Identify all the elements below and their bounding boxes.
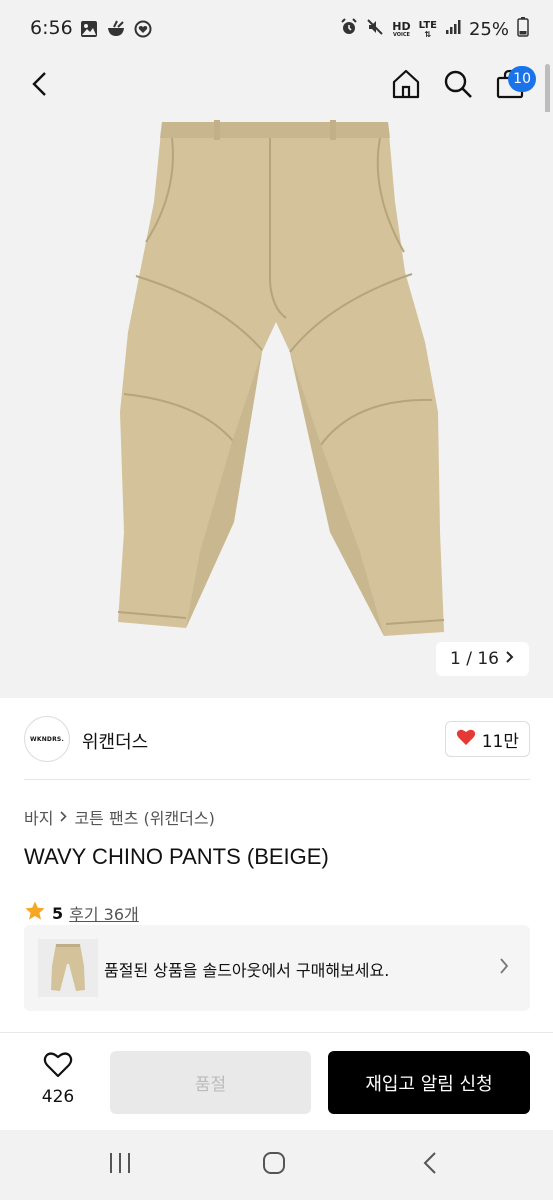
heart-circle-icon (134, 20, 152, 42)
lte-icon: LTE ⇅ (418, 20, 437, 39)
search-icon (443, 69, 473, 103)
scrollbar[interactable] (545, 64, 550, 116)
status-time: 6:56 (30, 17, 73, 39)
system-home-button[interactable] (254, 1148, 294, 1182)
cart-button[interactable]: 10 (490, 66, 536, 106)
home-circle-icon (262, 1151, 286, 1179)
brand-logo-text: WKNDRS. (30, 735, 64, 743)
cart-count-badge: 10 (508, 66, 536, 92)
star-icon (24, 900, 46, 926)
signal-icon (445, 19, 461, 40)
like-count: 11만 (481, 731, 519, 752)
image-counter-text: 1 / 16 (450, 649, 499, 669)
recent-apps-button[interactable] (100, 1148, 140, 1182)
status-bar: 6:56 HD VOICE LTE ⇅ 25% (0, 0, 553, 60)
search-button[interactable] (438, 66, 478, 106)
chevron-right-icon (59, 808, 68, 827)
brand-logo[interactable]: WKNDRS. (24, 716, 70, 762)
back-icon (422, 1151, 438, 1179)
soldout-product-thumbnail (38, 939, 98, 997)
status-left-icons (80, 20, 152, 42)
breadcrumb-item-subcategory[interactable]: 코튼 팬츠 (위캔더스) (74, 805, 214, 829)
product-image (117, 120, 445, 636)
system-nav-bar (0, 1130, 553, 1200)
back-button[interactable] (20, 66, 60, 106)
chevron-left-icon (29, 70, 51, 102)
heart-filled-icon (456, 728, 476, 751)
brand-name[interactable]: 위캔더스 (82, 728, 148, 754)
breadcrumb: 바지 코튼 팬츠 (위캔더스) (24, 805, 215, 829)
home-icon (390, 68, 422, 104)
heart-outline-icon (43, 1051, 73, 1083)
restock-alert-button[interactable]: 재입고 알림 신청 (328, 1051, 530, 1114)
wishlist-count: 426 (41, 1087, 75, 1107)
product-image-gallery[interactable]: 1 / 16 (0, 112, 553, 698)
rating-row: 5 후기 36개 (24, 900, 139, 926)
soldout-button: 품절 (110, 1051, 311, 1114)
soldout-promo-text: 품절된 상품을 솔드아웃에서 구매해보세요. (104, 961, 390, 980)
home-button[interactable] (386, 66, 426, 106)
like-button[interactable]: 11만 (444, 721, 530, 757)
image-counter-button[interactable]: 1 / 16 (436, 642, 529, 676)
gallery-icon (80, 20, 98, 42)
mute-icon (366, 18, 384, 41)
battery-text: 25% (468, 19, 509, 40)
soldout-promo-banner[interactable]: 품절된 상품을 솔드아웃에서 구매해보세요. (24, 925, 530, 1011)
bowl-icon (106, 20, 126, 42)
system-back-button[interactable] (410, 1148, 450, 1182)
divider (24, 779, 530, 780)
hd-voice-icon: HD VOICE (392, 20, 411, 38)
status-right-group: HD VOICE LTE ⇅ 25% (340, 17, 529, 42)
rating-score: 5 (52, 903, 64, 923)
bottom-action-bar: 426 품절 재입고 알림 신청 (0, 1032, 553, 1130)
chevron-right-icon (498, 957, 510, 979)
breadcrumb-item-category[interactable]: 바지 (24, 805, 53, 829)
alarm-icon (340, 18, 358, 41)
app-header: 10 (0, 60, 553, 112)
chevron-right-icon (505, 649, 515, 669)
battery-icon (517, 17, 529, 42)
wishlist-button[interactable]: 426 (22, 1051, 94, 1107)
review-count-link[interactable]: 후기 36개 (69, 901, 139, 925)
brand-row: WKNDRS. 위캔더스 11만 (24, 716, 530, 766)
product-title: WAVY CHINO PANTS (BEIGE) (24, 844, 329, 869)
recent-apps-icon (108, 1152, 132, 1178)
